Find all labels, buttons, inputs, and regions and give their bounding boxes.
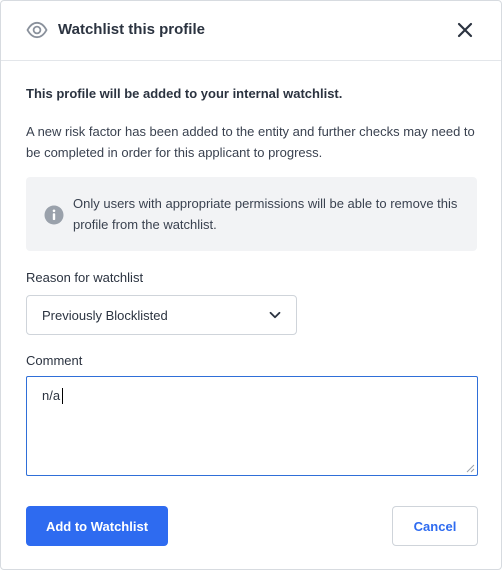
- reason-label: Reason for watchlist: [26, 270, 144, 285]
- resize-handle-icon[interactable]: [466, 464, 475, 473]
- cancel-button[interactable]: Cancel: [392, 506, 478, 546]
- modal-description: A new risk factor has been added to the …: [26, 124, 475, 160]
- comment-label: Comment: [26, 353, 83, 368]
- info-text: Only users with appropriate permissions …: [73, 196, 458, 232]
- eye-icon: [26, 21, 48, 39]
- info-callout: Only users with appropriate permissions …: [26, 177, 477, 251]
- comment-textarea[interactable]: n/a: [26, 376, 478, 476]
- close-icon: [457, 22, 473, 38]
- add-to-watchlist-button[interactable]: Add to Watchlist: [26, 506, 168, 546]
- modal-header: Watchlist this profile: [1, 1, 501, 61]
- close-button[interactable]: [453, 18, 477, 42]
- modal-title: Watchlist this profile: [58, 21, 205, 38]
- modal-heading: This profile will be added to your inter…: [26, 86, 343, 101]
- reason-select-value: Previously Blocklisted: [42, 308, 168, 323]
- comment-value: n/a: [42, 388, 61, 403]
- watchlist-modal: Watchlist this profile This profile will…: [0, 0, 502, 570]
- text-caret: [62, 388, 63, 404]
- info-icon: [44, 205, 64, 225]
- chevron-down-icon: [269, 311, 281, 319]
- reason-select[interactable]: Previously Blocklisted: [26, 295, 297, 335]
